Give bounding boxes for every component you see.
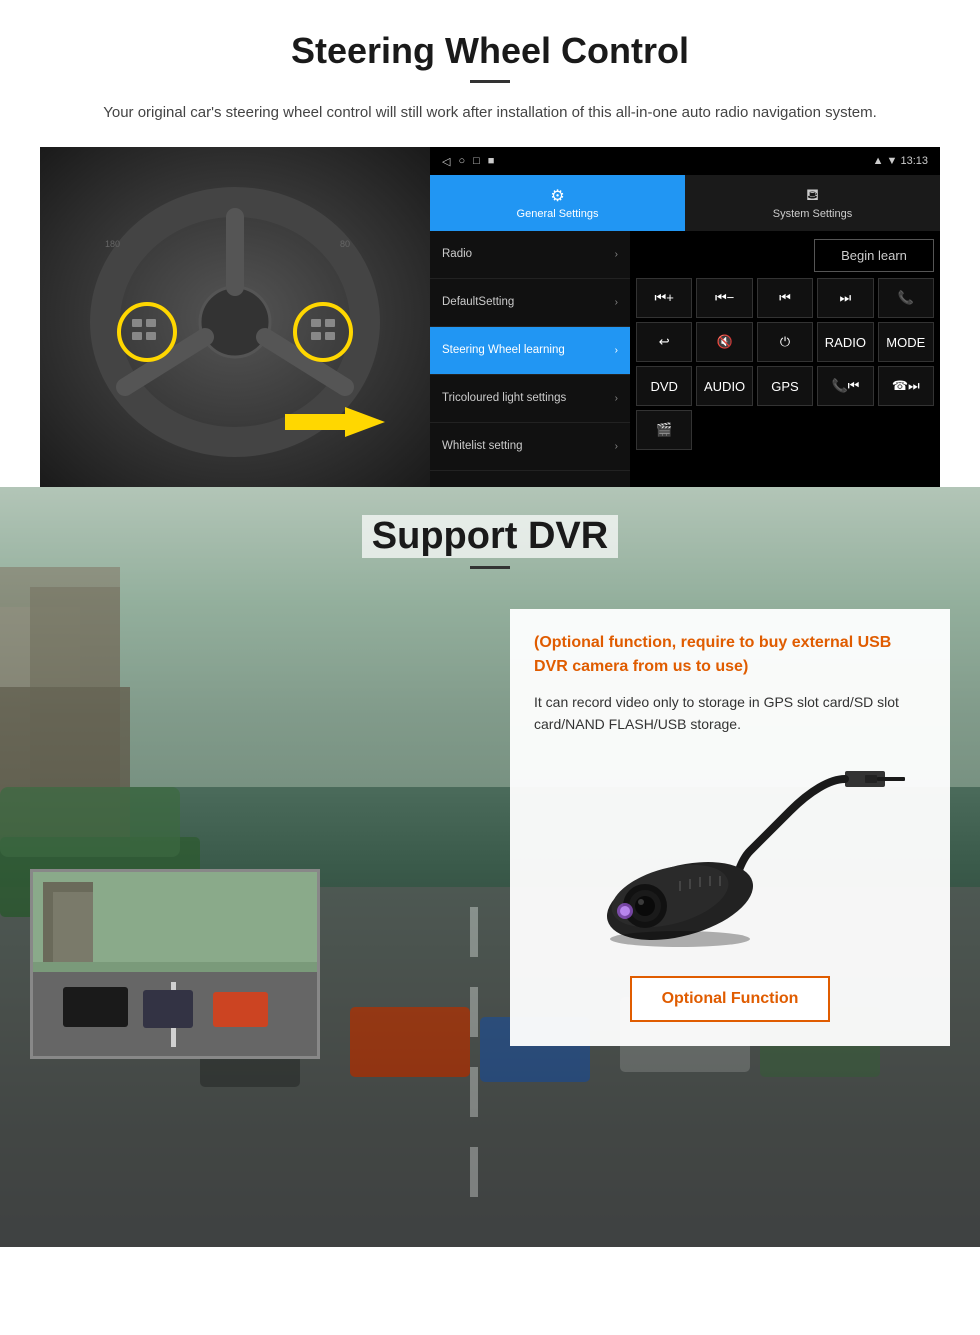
power-icon: ⏻: [780, 334, 790, 350]
signal-icon: ▲ ▼: [873, 155, 898, 167]
next-icon: ⏭: [840, 290, 852, 306]
dvr-title: Support DVR: [362, 515, 618, 558]
hangup-icon: ↩: [659, 334, 670, 350]
dvr-desc-text: It can record video only to storage in G…: [534, 691, 926, 736]
call-btn[interactable]: 📞: [878, 278, 934, 318]
dvr-thumbnail-svg: [33, 872, 320, 1059]
menu-item-tricoloured-label: Tricoloured light settings: [442, 391, 566, 406]
hangup-btn[interactable]: ↩: [636, 322, 692, 362]
mute-btn[interactable]: 🔇: [696, 322, 752, 362]
prev-btn[interactable]: ⏮: [757, 278, 813, 318]
mute-icon: 🔇: [717, 334, 733, 350]
menu-list: Radio › DefaultSetting › Steering Wheel …: [430, 231, 630, 487]
home-icon: ○: [458, 155, 465, 168]
wifi-icon: ⛾: [806, 186, 819, 206]
audio-label: AUDIO: [704, 379, 745, 394]
menu-item-default[interactable]: DefaultSetting ›: [430, 279, 630, 327]
steering-photo-inner: 180 80: [40, 147, 430, 487]
menu-item-steering[interactable]: Steering Wheel learning ›: [430, 327, 630, 375]
call-prev-icon: 📞⏮: [831, 378, 859, 394]
tab-general[interactable]: ⚙ General Settings: [430, 175, 685, 231]
dvr-content: (Optional function, require to buy exter…: [0, 609, 980, 1059]
status-time: 13:13: [900, 155, 928, 167]
control-panel: Begin learn ⏮+ ⏮− ⏮: [630, 231, 940, 487]
tab-general-label: General Settings: [517, 208, 599, 220]
menu-item-radio-label: Radio: [442, 247, 472, 262]
radio-label: RADIO: [825, 335, 866, 350]
phone-icon: 📞: [898, 290, 914, 306]
begin-learn-button[interactable]: Begin learn: [814, 239, 934, 272]
prev-icon: ⏮: [779, 290, 791, 306]
gear-icon: ⚙: [550, 186, 564, 206]
power-btn[interactable]: ⏻: [757, 322, 813, 362]
menu-item-default-label: DefaultSetting: [442, 295, 514, 310]
steering-section: Steering Wheel Control Your original car…: [0, 0, 980, 487]
dvr-camera-svg: [550, 761, 910, 951]
menu-item-whitelist[interactable]: Whitelist setting ›: [430, 423, 630, 471]
next-btn[interactable]: ⏭: [817, 278, 873, 318]
chevron-right-icon: ›: [615, 297, 618, 308]
steering-content-area: 180 80 ◁ ○ □ ■ ▲ ▼ 13:13: [40, 147, 940, 487]
dvr-thumbnail: [30, 869, 320, 1059]
mode-btn[interactable]: MODE: [878, 322, 934, 362]
android-ui-panel: ◁ ○ □ ■ ▲ ▼ 13:13 ⚙ General Settings ⛾: [430, 147, 940, 487]
vol-up-icon: ⏮+: [655, 290, 674, 306]
dvr-title-area: Support DVR: [0, 487, 980, 569]
call-next-btn[interactable]: ☎⏭: [878, 366, 934, 406]
dvd-btn[interactable]: DVD: [636, 366, 692, 406]
media-icon: 🎬: [656, 422, 672, 438]
mode-label: MODE: [886, 335, 925, 350]
status-left: ◁ ○ □ ■: [442, 155, 494, 168]
svg-text:180: 180: [105, 239, 120, 249]
media-btn[interactable]: 🎬: [636, 410, 692, 450]
gps-label: GPS: [771, 379, 798, 394]
title-divider: [470, 80, 510, 83]
android-status-bar: ◁ ○ □ ■ ▲ ▼ 13:13: [430, 147, 940, 175]
android-tabs: ⚙ General Settings ⛾ System Settings: [430, 175, 940, 231]
steering-subtitle: Your original car's steering wheel contr…: [40, 101, 940, 125]
steering-title: Steering Wheel Control: [40, 30, 940, 72]
dvd-label: DVD: [650, 379, 677, 394]
recent-icon: □: [473, 155, 480, 168]
call-next-icon: ☎⏭: [892, 378, 920, 394]
dvr-divider: [470, 566, 510, 569]
dvr-left: [30, 609, 490, 1059]
steering-wheel-svg: 180 80: [75, 167, 395, 467]
menu-item-radio[interactable]: Radio ›: [430, 231, 630, 279]
chevron-right-icon: ›: [615, 441, 618, 452]
control-grid: ⏮+ ⏮− ⏮ ⏭ 📞: [636, 278, 934, 450]
vol-down-icon: ⏮−: [715, 290, 734, 306]
svg-text:80: 80: [340, 239, 350, 249]
begin-learn-row: Begin learn: [636, 239, 934, 272]
back-icon: ◁: [442, 155, 450, 168]
optional-function-button[interactable]: Optional Function: [630, 976, 830, 1022]
menu-item-tricoloured[interactable]: Tricoloured light settings ›: [430, 375, 630, 423]
menu-item-steering-label: Steering Wheel learning: [442, 343, 565, 358]
vol-down-btn[interactable]: ⏮−: [696, 278, 752, 318]
dvr-info-box: (Optional function, require to buy exter…: [510, 609, 950, 1046]
gps-btn[interactable]: GPS: [757, 366, 813, 406]
tab-system-label: System Settings: [773, 208, 852, 220]
vol-up-btn[interactable]: ⏮+: [636, 278, 692, 318]
steering-photo: 180 80: [40, 147, 430, 487]
chevron-right-icon: ›: [615, 393, 618, 404]
chevron-right-icon: ›: [615, 249, 618, 260]
tab-system[interactable]: ⛾ System Settings: [685, 175, 940, 231]
call-prev-btn[interactable]: 📞⏮: [817, 366, 873, 406]
menu-icon: ■: [488, 155, 495, 168]
dvr-camera-image: [534, 756, 926, 956]
dvr-optional-text: (Optional function, require to buy exter…: [534, 631, 926, 679]
radio-btn[interactable]: RADIO: [817, 322, 873, 362]
dvr-section: Support DVR: [0, 487, 980, 1247]
audio-btn[interactable]: AUDIO: [696, 366, 752, 406]
status-right: ▲ ▼ 13:13: [873, 155, 928, 167]
chevron-right-icon: ›: [615, 345, 618, 356]
menu-item-whitelist-label: Whitelist setting: [442, 439, 523, 454]
android-body: Radio › DefaultSetting › Steering Wheel …: [430, 231, 940, 487]
